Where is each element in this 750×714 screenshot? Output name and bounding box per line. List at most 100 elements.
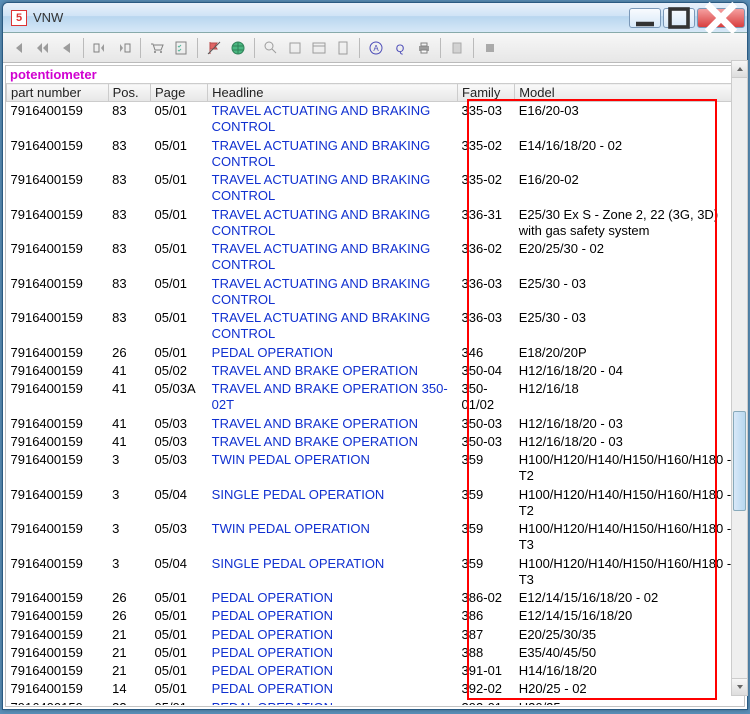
select-a-icon[interactable]: A xyxy=(366,38,386,58)
cell-page: 05/01 xyxy=(150,589,207,607)
cell-mod: E25/30 - 03 xyxy=(515,309,744,344)
col-partnumber[interactable]: part number xyxy=(7,84,109,102)
col-pos[interactable]: Pos. xyxy=(108,84,150,102)
table-row[interactable]: 79164001594105/03ATRAVEL AND BRAKE OPERA… xyxy=(7,380,744,415)
table-row[interactable]: 79164001598305/01TRAVEL ACTUATING AND BR… xyxy=(7,309,744,344)
table-row[interactable]: 7916400159305/04SINGLE PEDAL OPERATION35… xyxy=(7,486,744,521)
table-row[interactable]: 7916400159305/03TWIN PEDAL OPERATION359H… xyxy=(7,451,744,486)
table-row[interactable]: 79164001592605/01PEDAL OPERATION386E12/1… xyxy=(7,607,744,625)
scroll-down-arrow[interactable] xyxy=(732,678,747,695)
vertical-scrollbar[interactable] xyxy=(731,60,748,696)
cell-pos: 3 xyxy=(108,555,150,590)
cell-page: 05/01 xyxy=(150,644,207,662)
maximize-button[interactable] xyxy=(663,8,695,28)
toolbar: A Q xyxy=(3,33,747,63)
cell-page: 05/03 xyxy=(150,433,207,451)
cell-pos: 3 xyxy=(108,520,150,555)
cell-page: 05/03 xyxy=(150,415,207,433)
close-button[interactable] xyxy=(697,8,745,28)
cell-hl: SINGLE PEDAL OPERATION xyxy=(208,555,458,590)
table-row[interactable]: 79164001592605/01PEDAL OPERATION346E18/2… xyxy=(7,344,744,362)
zoom-icon[interactable] xyxy=(261,38,281,58)
col-page[interactable]: Page xyxy=(150,84,207,102)
print-icon[interactable] xyxy=(414,38,434,58)
table-row[interactable]: 79164001592105/01PEDAL OPERATION391-01H1… xyxy=(7,662,744,680)
cell-page: 05/01 xyxy=(150,344,207,362)
table-row[interactable]: 79164001598305/01TRAVEL ACTUATING AND BR… xyxy=(7,102,744,137)
cell-pn: 7916400159 xyxy=(7,451,109,486)
table-row[interactable]: 79164001592105/01PEDAL OPERATION387E20/2… xyxy=(7,626,744,644)
table-row[interactable]: 79164001594105/02TRAVEL AND BRAKE OPERAT… xyxy=(7,362,744,380)
cell-fam: 388 xyxy=(458,644,515,662)
nav-rewind-icon[interactable] xyxy=(33,38,53,58)
cell-page: 05/01 xyxy=(150,699,207,706)
table-row[interactable]: 79164001598305/01TRAVEL ACTUATING AND BR… xyxy=(7,275,744,310)
cell-hl: TRAVEL AND BRAKE OPERATION xyxy=(208,415,458,433)
toolbar-separator xyxy=(140,38,141,58)
cell-pos: 41 xyxy=(108,415,150,433)
scroll-up-arrow[interactable] xyxy=(732,61,747,78)
col-family[interactable]: Family xyxy=(458,84,515,102)
cell-pn: 7916400159 xyxy=(7,589,109,607)
table-row[interactable]: 79164001591405/01PEDAL OPERATION392-02H2… xyxy=(7,680,744,698)
cell-pn: 7916400159 xyxy=(7,206,109,241)
app-icon: 5 xyxy=(11,10,27,26)
cell-mod: E12/14/15/16/18/20 - 02 xyxy=(515,589,744,607)
scroll-thumb[interactable] xyxy=(733,411,746,511)
expand-icon[interactable] xyxy=(114,38,134,58)
table-row[interactable]: 79164001592605/01PEDAL OPERATION386-02E1… xyxy=(7,589,744,607)
nav-first-icon[interactable] xyxy=(9,38,29,58)
table-row[interactable]: 79164001598305/01TRAVEL ACTUATING AND BR… xyxy=(7,206,744,241)
cell-mod: E16/20-03 xyxy=(515,102,744,137)
table-row[interactable]: 79164001598305/01TRAVEL ACTUATING AND BR… xyxy=(7,137,744,172)
titlebar[interactable]: 5 VNW xyxy=(3,3,747,33)
table-row[interactable]: 7916400159305/04SINGLE PEDAL OPERATION35… xyxy=(7,555,744,590)
nav-prev-icon[interactable] xyxy=(57,38,77,58)
cell-hl: TRAVEL ACTUATING AND BRAKING CONTROL xyxy=(208,309,458,344)
window-icon[interactable] xyxy=(309,38,329,58)
cell-pos: 14 xyxy=(108,680,150,698)
toolbar-separator xyxy=(254,38,255,58)
cell-fam: 392-02 xyxy=(458,680,515,698)
table-row[interactable]: 79164001598305/01TRAVEL ACTUATING AND BR… xyxy=(7,240,744,275)
minimize-button[interactable] xyxy=(629,8,661,28)
flag-off-icon[interactable] xyxy=(204,38,224,58)
toolbar-separator xyxy=(83,38,84,58)
note-icon[interactable] xyxy=(447,38,467,58)
cell-mod: E20/25/30/35 xyxy=(515,626,744,644)
checklist-icon[interactable] xyxy=(171,38,191,58)
text-icon[interactable]: Q xyxy=(390,38,410,58)
table-row[interactable]: 79164001593305/01PEDAL OPERATION392-01H2… xyxy=(7,699,744,706)
table-row[interactable]: 79164001594105/03TRAVEL AND BRAKE OPERAT… xyxy=(7,415,744,433)
cell-pos: 21 xyxy=(108,662,150,680)
cell-page: 05/04 xyxy=(150,486,207,521)
cell-hl: TRAVEL ACTUATING AND BRAKING CONTROL xyxy=(208,171,458,206)
cell-fam: 359 xyxy=(458,486,515,521)
cell-mod: E20/25/30 - 02 xyxy=(515,240,744,275)
fit-icon[interactable] xyxy=(285,38,305,58)
sheet-icon[interactable] xyxy=(333,38,353,58)
globe-icon[interactable] xyxy=(228,38,248,58)
collapse-icon[interactable] xyxy=(90,38,110,58)
cell-pn: 7916400159 xyxy=(7,520,109,555)
table-row[interactable]: 7916400159305/03TWIN PEDAL OPERATION359H… xyxy=(7,520,744,555)
cart-icon[interactable] xyxy=(147,38,167,58)
cell-hl: TWIN PEDAL OPERATION xyxy=(208,520,458,555)
table-row[interactable]: 79164001594105/03TRAVEL AND BRAKE OPERAT… xyxy=(7,433,744,451)
cell-page: 05/01 xyxy=(150,309,207,344)
toolbar-separator xyxy=(197,38,198,58)
table-row[interactable]: 79164001592105/01PEDAL OPERATION388E35/4… xyxy=(7,644,744,662)
col-model[interactable]: Model xyxy=(515,84,744,102)
table-row[interactable]: 79164001598305/01TRAVEL ACTUATING AND BR… xyxy=(7,171,744,206)
cell-page: 05/01 xyxy=(150,240,207,275)
cell-hl: PEDAL OPERATION xyxy=(208,662,458,680)
cell-pos: 3 xyxy=(108,486,150,521)
cell-hl: PEDAL OPERATION xyxy=(208,626,458,644)
cell-hl: TRAVEL ACTUATING AND BRAKING CONTROL xyxy=(208,137,458,172)
cell-pn: 7916400159 xyxy=(7,344,109,362)
col-headline[interactable]: Headline xyxy=(208,84,458,102)
cell-mod: E14/16/18/20 - 02 xyxy=(515,137,744,172)
stop-icon[interactable] xyxy=(480,38,500,58)
cell-fam: 336-03 xyxy=(458,275,515,310)
cell-mod: E35/40/45/50 xyxy=(515,644,744,662)
